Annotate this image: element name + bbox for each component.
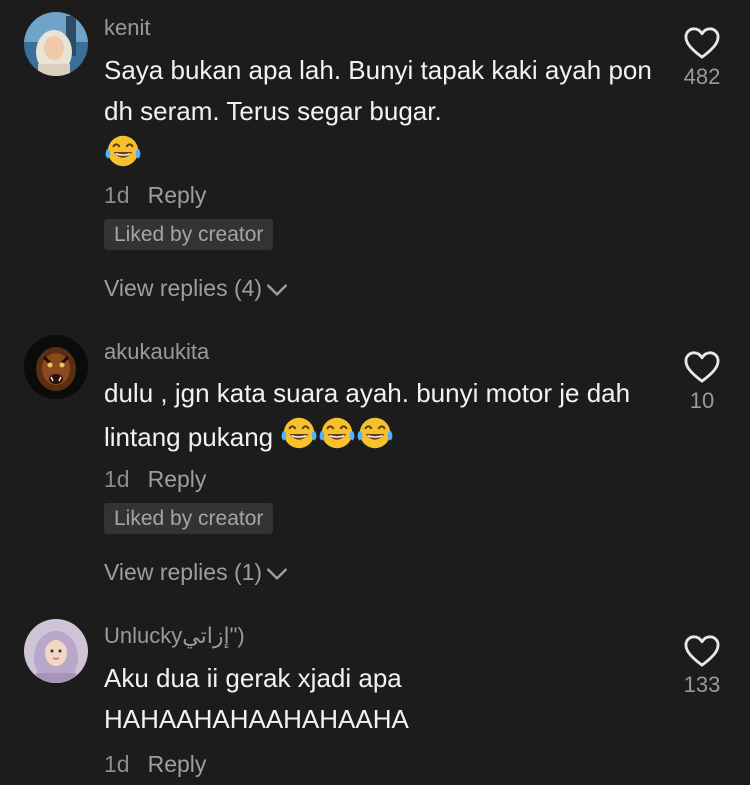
comment-meta: 1d Reply (104, 751, 206, 778)
comment-item: akukaukita dulu , jgn kata suara ayah. b… (0, 320, 750, 610)
like-button[interactable]: 482 (672, 26, 732, 90)
timestamp: 1d (104, 466, 130, 492)
username[interactable]: akukaukita (104, 339, 209, 365)
username[interactable]: kenit (104, 15, 150, 41)
chevron-down-icon (262, 275, 288, 301)
avatar[interactable] (24, 335, 88, 399)
like-count: 133 (683, 672, 721, 697)
like-count: 10 (689, 388, 715, 413)
face-with-tears-of-joy-icon (356, 414, 394, 464)
face-with-tears-of-joy-icon (104, 132, 142, 182)
liked-by-creator-badge: Liked by creator (104, 219, 274, 250)
comment-text: dulu , jgn kata suara ayah. bunyi motor … (104, 373, 664, 464)
comment-item: Unluckyإزاتي") Aku dua ii gerak xjadi ap… (0, 610, 750, 785)
heart-outline-icon (672, 634, 732, 668)
comment-item: kenit Saya bukan apa lah. Bunyi tapak ka… (0, 0, 750, 320)
heart-outline-icon (672, 350, 732, 384)
reply-button[interactable]: Reply (148, 751, 207, 777)
view-replies-label: View replies (4) (104, 275, 263, 301)
like-button[interactable]: 133 (672, 634, 732, 698)
face-with-tears-of-joy-icon (318, 414, 356, 464)
username[interactable]: Unluckyإزاتي") (104, 623, 245, 649)
reply-button[interactable]: Reply (148, 182, 207, 208)
view-replies-button[interactable]: View replies (1) (104, 559, 288, 586)
avatar[interactable] (24, 12, 88, 76)
reply-button[interactable]: Reply (148, 466, 207, 492)
face-with-tears-of-joy-icon (280, 414, 318, 464)
comment-text: Saya bukan apa lah. Bunyi tapak kaki aya… (104, 50, 664, 182)
like-count: 482 (683, 64, 721, 89)
comment-meta: 1d Reply (104, 182, 206, 209)
timestamp: 1d (104, 182, 130, 208)
timestamp: 1d (104, 751, 130, 777)
liked-by-creator-badge: Liked by creator (104, 503, 274, 534)
chevron-down-icon (262, 559, 288, 585)
view-replies-button[interactable]: View replies (4) (104, 275, 288, 302)
avatar[interactable] (24, 619, 88, 683)
comment-text: Aku dua ii gerak xjadi apa HAHAAHAHAAHAH… (104, 663, 409, 734)
heart-outline-icon (672, 26, 732, 60)
comment-meta: 1d Reply (104, 466, 206, 493)
like-button[interactable]: 10 (672, 350, 732, 414)
view-replies-label: View replies (1) (104, 559, 263, 585)
